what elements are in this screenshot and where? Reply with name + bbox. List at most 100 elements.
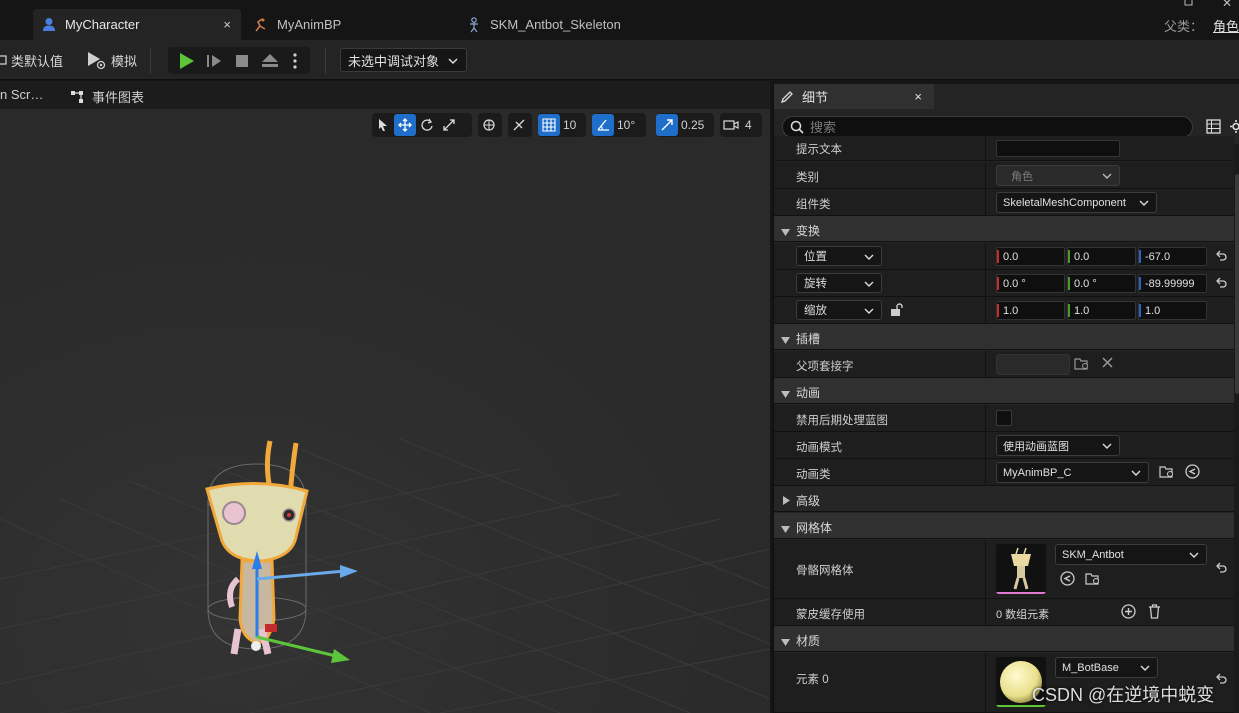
materials-category[interactable]: 材质 <box>774 626 1234 652</box>
tab-event-graph[interactable]: 事件图表 <box>70 87 144 106</box>
stop-icon[interactable] <box>232 51 252 71</box>
advanced-category[interactable]: 高级 <box>774 486 1234 512</box>
browse-asset-icon[interactable] <box>1159 465 1175 482</box>
rotation-y-field[interactable]: 0.0 ° <box>1067 274 1136 293</box>
scale-tool-icon[interactable] <box>438 114 460 136</box>
step-icon[interactable] <box>204 51 224 71</box>
property-label: 禁用后期处理蓝图 <box>796 415 888 427</box>
collapsed-triangle-icon <box>783 494 790 508</box>
play-icon[interactable] <box>176 51 196 71</box>
scale-mode-dropdown[interactable]: 缩放 <box>796 300 882 320</box>
search-input[interactable] <box>810 119 1170 135</box>
unlock-icon[interactable] <box>890 303 903 320</box>
tab-mycharacter[interactable]: MyCharacter × <box>33 9 241 40</box>
browse-socket-icon[interactable] <box>1074 357 1090 374</box>
parent-socket-field[interactable] <box>996 354 1070 375</box>
close-window-icon[interactable]: ✕ <box>1222 0 1232 10</box>
property-label: 提示文本 <box>796 144 842 156</box>
parent-class-link[interactable]: 角色 <box>1213 19 1239 34</box>
anim-class-value: MyAnimBP_C <box>1003 466 1072 479</box>
anim-class-dropdown[interactable]: MyAnimBP_C <box>996 462 1149 483</box>
disable-post-process-checkbox[interactable] <box>996 410 1012 426</box>
details-tab[interactable]: 细节 × <box>774 84 934 109</box>
main-toolbar: 类默认值 模拟 未选中调试对象 <box>0 40 1239 80</box>
reset-to-default-icon[interactable] <box>1215 673 1227 688</box>
rotation-x-field[interactable]: 0.0 ° <box>996 274 1065 293</box>
simulate-icon <box>86 50 108 70</box>
grid-snap[interactable]: 10 <box>538 113 586 137</box>
class-defaults-button[interactable]: 类默认值 <box>0 48 63 72</box>
animation-category[interactable]: 动画 <box>774 378 1234 404</box>
tab-construction-script[interactable]: n Scr… <box>0 87 43 102</box>
category-label: 变换 <box>796 224 821 238</box>
details-scrollbar[interactable] <box>1234 144 1239 713</box>
restore-window-icon[interactable] <box>1184 0 1194 10</box>
more-options-icon[interactable] <box>288 51 302 71</box>
tooltip-text-field[interactable] <box>996 140 1120 157</box>
trash-icon[interactable] <box>1148 604 1161 622</box>
tab-skeleton[interactable]: SKM_Antbot_Skeleton <box>458 9 658 40</box>
anim-mode-dropdown[interactable]: 使用动画蓝图 <box>996 435 1120 456</box>
rotate-tool-icon[interactable] <box>416 114 438 136</box>
scale-snap[interactable]: 0.25 <box>656 113 714 137</box>
settings-icon[interactable] <box>1229 119 1239 137</box>
use-selected-asset-icon[interactable] <box>1185 464 1200 482</box>
camera-speed[interactable]: 4 <box>720 113 762 137</box>
reset-to-default-icon[interactable] <box>1215 562 1227 577</box>
skeletal-mesh-thumbnail[interactable] <box>996 544 1046 594</box>
camera-speed-value: 4 <box>745 118 752 132</box>
clear-icon[interactable] <box>1101 356 1114 372</box>
document-tab-bar: MyCharacter × MyAnimBP SKM_Antbot_Skelet… <box>0 0 1239 40</box>
browse-asset-icon[interactable] <box>1085 572 1101 589</box>
component-class-dropdown[interactable]: SkeletalMeshComponent <box>996 192 1157 213</box>
close-details-button[interactable]: × <box>914 89 922 104</box>
material-value: M_BotBase <box>1062 661 1119 674</box>
eject-icon[interactable] <box>260 51 280 71</box>
viewport-scene <box>0 109 770 713</box>
tab-label: SKM_Antbot_Skeleton <box>490 17 621 32</box>
move-tool-icon[interactable] <box>394 114 416 136</box>
viewport[interactable]: 10 10° 0.25 4 <box>0 109 770 713</box>
rotation-snap[interactable]: 10° <box>592 113 646 137</box>
location-label: 位置 <box>804 251 827 263</box>
category-label: 高级 <box>796 494 821 508</box>
property-label: 骨骼网格体 <box>796 565 854 577</box>
mesh-category[interactable]: 网格体 <box>774 513 1234 539</box>
add-element-icon[interactable] <box>1121 604 1136 622</box>
material-dropdown[interactable]: M_BotBase <box>1055 657 1158 678</box>
simulate-button[interactable]: 模拟 <box>86 48 137 72</box>
scrollbar-thumb[interactable] <box>1235 174 1239 394</box>
reset-to-default-icon[interactable] <box>1215 277 1227 292</box>
antbot-thumbnail-icon <box>996 544 1046 594</box>
scale-label: 缩放 <box>804 305 827 317</box>
category-dropdown[interactable]: 角色 <box>996 165 1120 186</box>
close-tab-button[interactable]: × <box>223 17 231 32</box>
chevron-down-icon <box>1140 663 1150 676</box>
scale-z-field[interactable]: 1.0 <box>1138 301 1207 320</box>
location-y-field[interactable]: 0.0 <box>1067 247 1136 266</box>
location-z-field[interactable]: -67.0 <box>1138 247 1207 266</box>
surface-snap[interactable] <box>508 113 532 137</box>
sockets-category[interactable]: 插槽 <box>774 324 1234 350</box>
location-mode-dropdown[interactable]: 位置 <box>796 246 882 266</box>
use-selected-asset-icon[interactable] <box>1060 571 1075 589</box>
coordinate-space[interactable] <box>478 113 502 137</box>
transform-category[interactable]: 变换 <box>774 216 1234 242</box>
surface-snap-icon <box>508 114 530 136</box>
location-x-field[interactable]: 0.0 <box>996 247 1065 266</box>
rotation-z-field[interactable]: -89.99999 <box>1138 274 1207 293</box>
property-label: 蒙皮缓存使用 <box>796 609 865 621</box>
tab-myanimbp[interactable]: MyAnimBP <box>245 9 445 40</box>
skeleton-icon <box>466 16 482 33</box>
reset-to-default-icon[interactable] <box>1215 250 1227 265</box>
scale-y-field[interactable]: 1.0 <box>1067 301 1136 320</box>
debug-object-select[interactable]: 未选中调试对象 <box>340 48 467 72</box>
details-panel: 细节 × 提示文本 类别 角色 组件类 SkeletalMeshComponen… <box>773 84 1239 713</box>
rotation-mode-dropdown[interactable]: 旋转 <box>796 273 882 293</box>
select-tool-icon[interactable] <box>372 114 394 136</box>
class-defaults-icon <box>0 53 8 67</box>
scale-x-field[interactable]: 1.0 <box>996 301 1065 320</box>
table-view-icon[interactable] <box>1206 119 1221 137</box>
details-search[interactable] <box>782 116 1193 138</box>
skeletal-mesh-dropdown[interactable]: SKM_Antbot <box>1055 544 1207 565</box>
